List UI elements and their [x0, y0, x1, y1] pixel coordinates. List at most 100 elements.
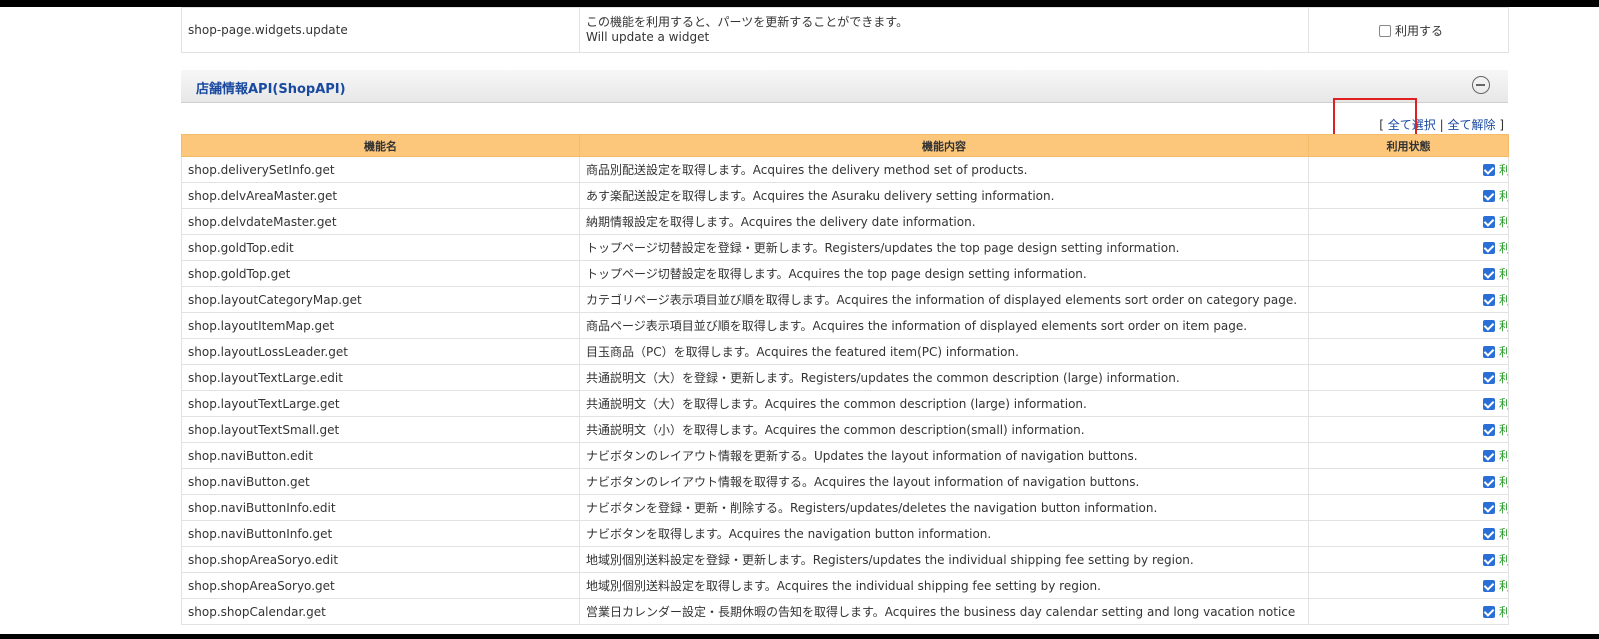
- collapse-icon[interactable]: [1472, 76, 1490, 94]
- usage-status-cell: 利用中: [1308, 468, 1509, 495]
- table-row: shop.goldTop.get トップページ切替設定を取得します。Acquire…: [181, 260, 1509, 287]
- use-checkbox[interactable]: [1483, 528, 1495, 540]
- usage-status-cell: 利用中: [1308, 156, 1509, 183]
- usage-status-label: 利用中: [1499, 527, 1508, 541]
- table-row: shop.layoutTextLarge.get 共通説明文（大）を取得します。A…: [181, 390, 1509, 417]
- function-name: shop.layoutItemMap.get: [181, 312, 580, 339]
- bracket-close: ]: [1499, 118, 1504, 132]
- usage-status-cell: 利用中: [1308, 598, 1509, 625]
- function-name: shop.naviButton.edit: [181, 442, 580, 469]
- use-checkbox[interactable]: [1483, 268, 1495, 280]
- function-name: shop.naviButton.get: [181, 468, 580, 495]
- api-table-body: shop.deliverySetInfo.get 商品別配送設定を取得します。Ac…: [181, 156, 1509, 625]
- usage-status-label: 利用中: [1499, 371, 1508, 385]
- use-checkbox[interactable]: [1483, 450, 1495, 462]
- usage-status-label: 利用中: [1499, 579, 1508, 593]
- function-name: shop.shopAreaSoryo.edit: [181, 546, 580, 573]
- header-function-name: 機能名: [181, 134, 580, 157]
- table-row: shop.shopCalendar.get 営業日カレンダー設定・長期休暇の告知を…: [181, 598, 1509, 625]
- use-checkbox[interactable]: [1483, 164, 1495, 176]
- usage-status-label: 利用中: [1499, 501, 1508, 515]
- table-row: shop.layoutItemMap.get 商品ページ表示項目並び順を取得します…: [181, 312, 1509, 339]
- use-checkbox[interactable]: [1483, 398, 1495, 410]
- function-name: shop.naviButtonInfo.get: [181, 520, 580, 547]
- table-row: shop.layoutCategoryMap.get カテゴリページ表示項目並び順…: [181, 286, 1509, 313]
- usage-status-cell: 利用中: [1308, 286, 1509, 313]
- table-header-row: 機能名 機能内容 利用状態: [181, 134, 1509, 157]
- table-row: shop.layoutTextLarge.edit 共通説明文（大）を登録・更新し…: [181, 364, 1509, 391]
- function-description: トップページ切替設定を登録・更新します。Registers/updates th…: [579, 234, 1309, 261]
- section-header[interactable]: 店舗情報API(ShopAPI): [181, 70, 1508, 103]
- description-en: Will update a widget: [586, 30, 710, 44]
- use-checkbox[interactable]: [1483, 424, 1495, 436]
- usage-status-cell: 利用中: [1308, 494, 1509, 521]
- usage-status-label: 利用中: [1499, 345, 1508, 359]
- api-table: 機能名 機能内容 利用状態 shop.deliverySetInfo.get 商品…: [181, 134, 1509, 625]
- function-description: 営業日カレンダー設定・長期休暇の告知を取得します。Acquires the bu…: [579, 598, 1309, 625]
- use-checkbox[interactable]: [1483, 190, 1495, 202]
- function-name: shop.goldTop.edit: [181, 234, 580, 261]
- usage-status-label: 利用中: [1499, 423, 1508, 437]
- prev-section-table: shop-page.widgets.update この機能を利用すると、パーツを…: [181, 7, 1509, 53]
- use-checkbox[interactable]: [1483, 346, 1495, 358]
- usage-status-label: 利用中: [1499, 319, 1508, 333]
- function-name: shop.shopAreaSoryo.get: [181, 572, 580, 599]
- usage-status-cell: 利用中: [1308, 546, 1509, 573]
- use-checkbox[interactable]: [1379, 24, 1391, 37]
- window-top-edge: [0, 0, 1599, 7]
- function-description: 地域別個別送料設定を登録・更新します。Registers/updates the…: [579, 546, 1309, 573]
- table-row: shop.layoutTextSmall.get 共通説明文（小）を取得します。A…: [181, 416, 1509, 443]
- table-row: shop.naviButton.edit ナビボタンのレイアウト情報を更新する。U…: [181, 442, 1509, 469]
- function-name: shop-page.widgets.update: [181, 7, 580, 53]
- usage-status-label: 利用中: [1499, 215, 1508, 229]
- description-ja: この機能を利用すると、パーツを更新することができます。: [586, 15, 909, 29]
- usage-status-cell: 利用中: [1308, 520, 1509, 547]
- function-description: 共通説明文（小）を取得します。Acquires the common descr…: [579, 416, 1309, 443]
- function-description: あす楽配送設定を取得します。Acquires the Asuraku deliv…: [579, 182, 1309, 209]
- table-row: shop.goldTop.edit トップページ切替設定を登録・更新します。Reg…: [181, 234, 1509, 261]
- function-description: 納期情報設定を取得します。Acquires the delivery date …: [579, 208, 1309, 235]
- table-row: shop.naviButtonInfo.get ナビボタンを取得します。Acqui…: [181, 520, 1509, 547]
- usage-status-cell: 利用中: [1308, 234, 1509, 261]
- use-checkbox[interactable]: [1483, 606, 1495, 618]
- usage-status-label: 利用中: [1499, 475, 1508, 489]
- function-description: ナビボタンのレイアウト情報を更新する。Updates the layout in…: [579, 442, 1309, 469]
- usage-status-cell: 利用中: [1308, 442, 1509, 469]
- function-name: shop.layoutTextLarge.get: [181, 390, 580, 417]
- function-description: 商品別配送設定を取得します。Acquires the delivery meth…: [579, 156, 1309, 183]
- use-checkbox[interactable]: [1483, 554, 1495, 566]
- use-checkbox[interactable]: [1483, 216, 1495, 228]
- table-row: shop.naviButtonInfo.edit ナビボタンを登録・更新・削除する…: [181, 494, 1509, 521]
- usage-status-label: 利用中: [1499, 553, 1508, 567]
- function-description: カテゴリページ表示項目並び順を取得します。Acquires the inform…: [579, 286, 1309, 313]
- function-name: shop.shopCalendar.get: [181, 598, 580, 625]
- use-checkbox[interactable]: [1483, 320, 1495, 332]
- function-name: shop.layoutCategoryMap.get: [181, 286, 580, 313]
- use-checkbox[interactable]: [1483, 242, 1495, 254]
- function-description: この機能を利用すると、パーツを更新することができます。 Will update …: [579, 7, 1309, 53]
- function-description: ナビボタンを登録・更新・削除する。Registers/updates/delet…: [579, 494, 1309, 521]
- header-function-content: 機能内容: [579, 134, 1309, 157]
- function-description: トップページ切替設定を取得します。Acquires the top page d…: [579, 260, 1309, 287]
- function-name: shop.deliverySetInfo.get: [181, 156, 580, 183]
- usage-status-label: 利用中: [1499, 293, 1508, 307]
- function-name: shop.delvdateMaster.get: [181, 208, 580, 235]
- usage-cell: 利用する: [1308, 7, 1509, 53]
- function-name: shop.layoutTextSmall.get: [181, 416, 580, 443]
- function-description: ナビボタンのレイアウト情報を取得する。Acquires the layout i…: [579, 468, 1309, 495]
- header-usage-status: 利用状態: [1308, 134, 1509, 157]
- use-checkbox-label: 利用する: [1395, 23, 1444, 38]
- usage-status-label: 利用中: [1499, 189, 1508, 203]
- table-row: shop-page.widgets.update この機能を利用すると、パーツを…: [181, 7, 1509, 53]
- deselect-all-link[interactable]: 全て解除: [1447, 118, 1495, 132]
- use-checkbox[interactable]: [1483, 372, 1495, 384]
- use-checkbox[interactable]: [1483, 476, 1495, 488]
- use-checkbox[interactable]: [1483, 294, 1495, 306]
- usage-status-cell: 利用中: [1308, 364, 1509, 391]
- use-checkbox[interactable]: [1483, 502, 1495, 514]
- usage-status-label: 利用中: [1499, 267, 1508, 281]
- function-description: ナビボタンを取得します。Acquires the navigation butt…: [579, 520, 1309, 547]
- usage-status-cell: 利用中: [1308, 416, 1509, 443]
- use-checkbox[interactable]: [1483, 580, 1495, 592]
- usage-status-label: 利用中: [1499, 449, 1508, 463]
